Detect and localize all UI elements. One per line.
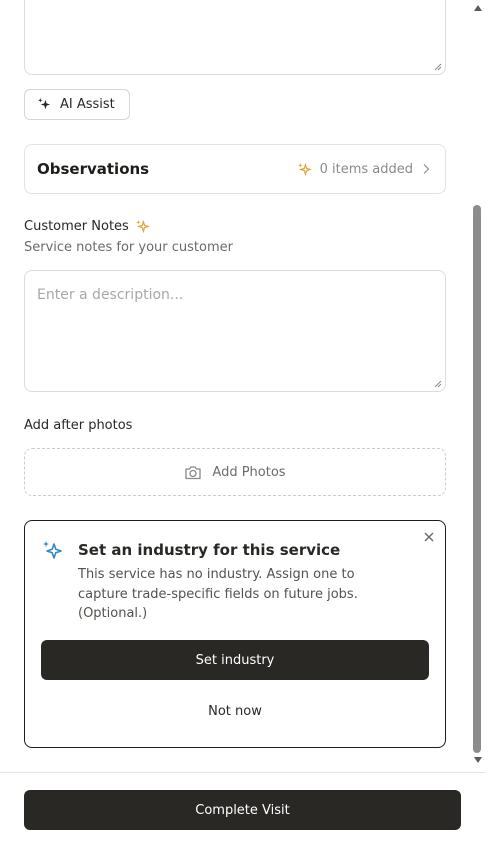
customer-notes-placeholder: Enter a description...: [37, 287, 184, 303]
add-photos-button[interactable]: Add Photos: [24, 448, 446, 496]
complete-visit-button[interactable]: Complete Visit: [24, 790, 461, 830]
camera-icon: [185, 465, 202, 479]
customer-notes-input[interactable]: Enter a description...: [24, 270, 446, 392]
visit-form-page: AI Assist Observations 0 items added Cus…: [0, 0, 500, 845]
after-photos-label: Add after photos: [24, 418, 133, 433]
industry-prompt-title: Set an industry for this service: [78, 541, 341, 559]
complete-visit-label: Complete Visit: [195, 802, 290, 818]
vertical-scrollbar[interactable]: [470, 0, 486, 772]
ai-assist-button[interactable]: AI Assist: [24, 89, 130, 120]
set-industry-button[interactable]: Set industry: [41, 640, 429, 680]
observations-row[interactable]: Observations 0 items added: [24, 144, 446, 194]
scrollbar-thumb[interactable]: [473, 205, 481, 753]
not-now-label: Not now: [208, 703, 262, 719]
footer-bar: Complete Visit: [0, 772, 486, 845]
not-now-button[interactable]: Not now: [41, 693, 429, 729]
industry-prompt-card: Set an industry for this service This se…: [24, 520, 446, 748]
scroll-up-arrow-icon[interactable]: [473, 4, 483, 12]
resize-grip-icon[interactable]: [434, 63, 442, 71]
sparkle-icon: [43, 541, 62, 559]
customer-notes-title: Customer Notes: [24, 219, 129, 234]
scroll-down-arrow-icon[interactable]: [473, 756, 483, 764]
scroll-area[interactable]: AI Assist Observations 0 items added Cus…: [0, 0, 486, 772]
notes-textarea[interactable]: [24, 0, 446, 75]
chevron-right-icon: [423, 164, 430, 174]
resize-grip-icon[interactable]: [434, 380, 442, 388]
sparkle-icon: [37, 97, 51, 110]
customer-notes-label: Customer Notes: [24, 219, 150, 234]
add-photos-label: Add Photos: [212, 464, 286, 480]
observations-count: 0 items added: [319, 161, 413, 177]
ai-assist-label: AI Assist: [60, 97, 115, 112]
sparkle-icon: [297, 162, 312, 176]
set-industry-label: Set industry: [195, 652, 275, 668]
customer-notes-help: Service notes for your customer: [24, 240, 233, 255]
industry-prompt-body: This service has no industry. Assign one…: [78, 567, 358, 621]
sparkle-icon: [135, 219, 150, 234]
close-icon[interactable]: [423, 531, 435, 543]
observations-summary: 0 items added: [297, 162, 431, 177]
observations-title: Observations: [37, 160, 150, 178]
